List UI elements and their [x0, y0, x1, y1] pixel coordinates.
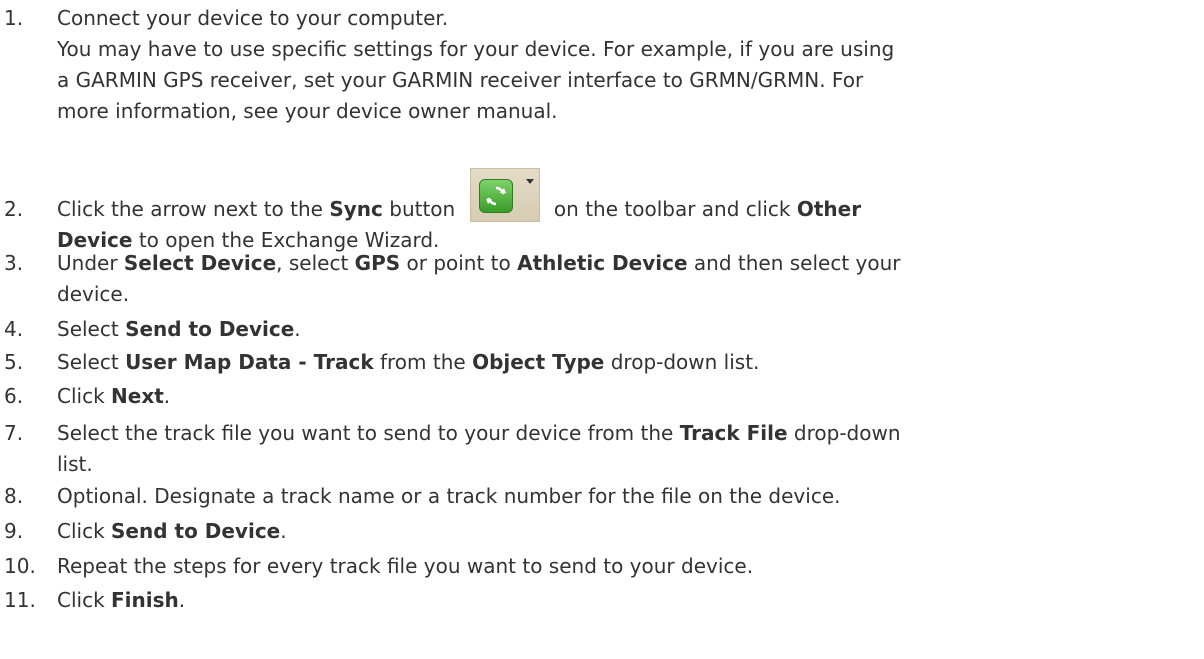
- step-text: list.: [57, 452, 93, 476]
- step-text: more information, see your device owner …: [57, 99, 558, 123]
- step-number: 10.: [4, 554, 36, 578]
- step-text: a GARMIN GPS receiver, set your GARMIN r…: [57, 68, 864, 92]
- ui-term: Next: [111, 384, 164, 408]
- step-text: Under: [57, 251, 124, 275]
- step-text: Connect your device to your computer.: [57, 6, 449, 30]
- step-number: 1.: [4, 6, 24, 30]
- step-text: Optional. Designate a track name or a tr…: [57, 484, 841, 508]
- step-text: from the: [373, 350, 473, 374]
- step-text: Click the arrow next to the: [57, 197, 330, 221]
- ui-term: GPS: [354, 251, 401, 275]
- sync-button-icon: [469, 167, 540, 222]
- step-text-line: more information, see your device owner …: [57, 95, 1197, 127]
- step-text-line: Repeat the steps for every track file yo…: [57, 550, 1197, 582]
- ui-term: Other: [796, 197, 862, 221]
- step-text: Repeat the steps for every track file yo…: [57, 554, 754, 578]
- step-text: .: [163, 384, 171, 408]
- ui-term: Object Type: [472, 350, 605, 374]
- step-text: device.: [57, 282, 130, 306]
- step-text-line: Click Finish.: [57, 584, 1197, 616]
- step-number: 4.: [4, 317, 24, 341]
- step-text: Click: [57, 588, 112, 612]
- step-text: drop-down list.: [604, 350, 760, 374]
- ui-term: Send to Device: [125, 317, 295, 341]
- step-text-line: list.: [57, 448, 1197, 480]
- step-text-line: Connect your device to your computer.: [57, 2, 1197, 34]
- step-text: and then select your: [687, 251, 901, 275]
- step-text-line: Select the track file you want to send t…: [57, 417, 1197, 449]
- step-text-line: Optional. Designate a track name or a tr…: [57, 480, 1197, 512]
- step-number: 8.: [4, 484, 24, 508]
- step-text-line: a GARMIN GPS receiver, set your GARMIN r…: [57, 64, 1197, 96]
- step-number: 2.: [4, 197, 24, 221]
- ui-term: Select Device: [123, 251, 277, 275]
- step-number: 11.: [4, 588, 36, 612]
- step-text: button: [382, 197, 462, 221]
- step-number: 9.: [4, 519, 24, 543]
- step-text-line: Click Next.: [57, 380, 1197, 412]
- step-text-line: Select Send to Device.: [57, 313, 1197, 345]
- step-number: 6.: [4, 384, 24, 408]
- step-text: Select: [57, 317, 126, 341]
- ui-term: Finish: [111, 588, 179, 612]
- step-text: Select the track file you want to send t…: [57, 421, 680, 445]
- step-text: You may have to use specific settings fo…: [57, 37, 895, 61]
- ui-term: User Map Data - Track: [125, 350, 374, 374]
- step-text-line: device.: [57, 278, 1197, 310]
- step-text: drop-down: [787, 421, 901, 445]
- step-text: or point to: [400, 251, 518, 275]
- sync-icon: [478, 178, 513, 213]
- step-text-line: You may have to use specific settings fo…: [57, 33, 1197, 65]
- step-text-line: Click the arrow next to the Sync button …: [57, 167, 1197, 225]
- step-text-line: Click Send to Device.: [57, 515, 1197, 547]
- step-text-line: Select User Map Data - Track from the Ob…: [57, 346, 1197, 378]
- ui-term: Sync: [329, 197, 383, 221]
- step-text: .: [280, 519, 287, 543]
- step-text: .: [178, 588, 186, 612]
- step-text: , select: [276, 251, 355, 275]
- step-number: 5.: [4, 350, 24, 374]
- step-number: 3.: [4, 251, 24, 275]
- step-number: 7.: [4, 421, 24, 445]
- step-text-line: Under Select Device, select GPS or point…: [57, 247, 1197, 279]
- step-text: Click: [57, 519, 112, 543]
- ui-term: Track File: [679, 421, 788, 445]
- dropdown-arrow-icon: [525, 178, 534, 184]
- ui-term: Athletic Device: [517, 251, 688, 275]
- step-text: Click: [57, 384, 112, 408]
- step-text: .: [294, 317, 301, 341]
- step-text: Select: [57, 350, 126, 374]
- ui-term: Send to Device: [111, 519, 281, 543]
- step-text: on the toolbar and click: [547, 197, 797, 221]
